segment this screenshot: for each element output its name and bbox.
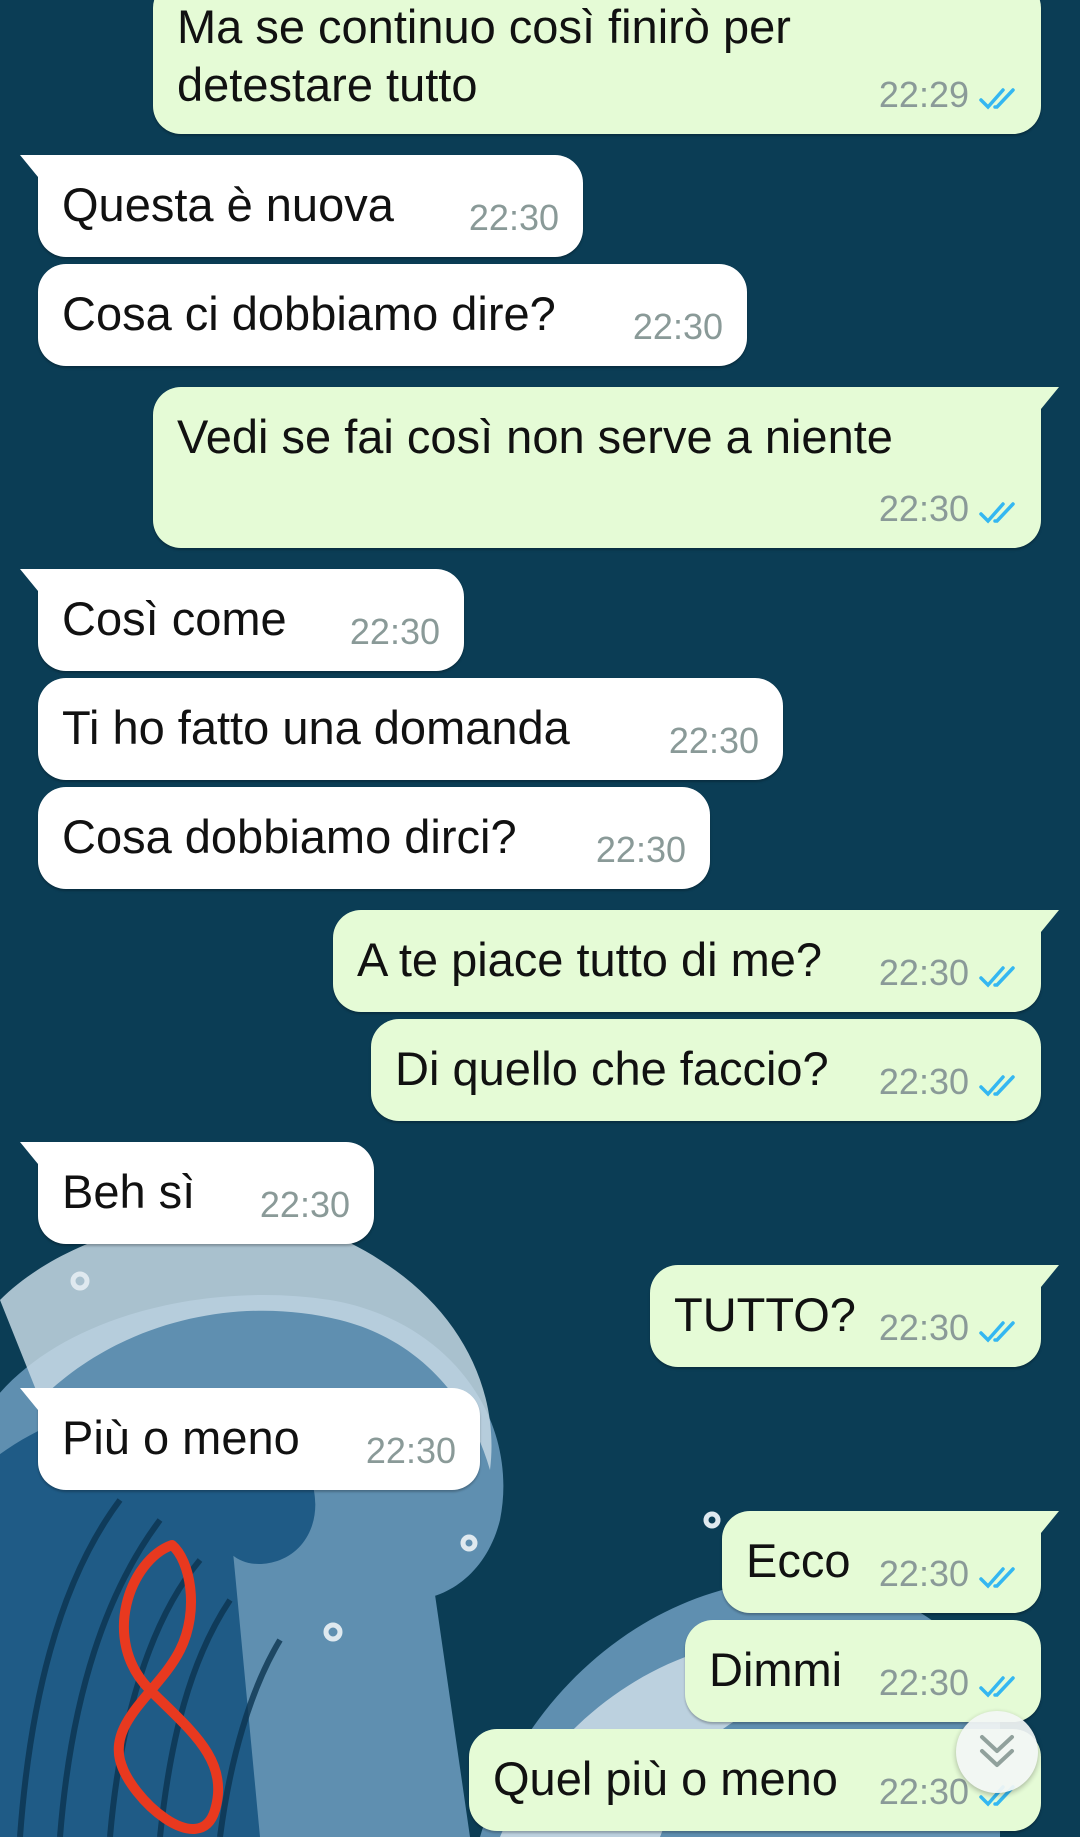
- message-text: Beh sì: [62, 1165, 196, 1218]
- message-time: 22:30: [878, 1553, 969, 1594]
- incoming-message[interactable]: Così come 22:30: [20, 569, 464, 671]
- outgoing-message[interactable]: Dimmi 22:30: [685, 1620, 1041, 1722]
- message-text: Questa è nuova: [62, 178, 394, 231]
- message-text: Più o meno: [62, 1411, 300, 1464]
- message-text: Ecco: [746, 1534, 851, 1587]
- message-time: 22:30: [878, 1307, 969, 1348]
- message-text: TUTTO?: [674, 1288, 856, 1341]
- outgoing-message[interactable]: A te piace tutto di me? 22:30: [333, 910, 1059, 1012]
- message-time: 22:30: [878, 1662, 969, 1703]
- double-check-icon: [979, 1676, 1015, 1698]
- message-time: 22:30: [365, 1430, 456, 1471]
- message-time: 22:30: [349, 611, 440, 652]
- message-text: Vedi se fai così non serve a niente: [177, 410, 893, 463]
- outgoing-message[interactable]: Ma se continuo così finirò per detestare…: [153, 0, 1041, 134]
- outgoing-message[interactable]: Ecco 22:30: [722, 1511, 1059, 1613]
- message-text: Ti ho fatto una domanda: [62, 701, 570, 754]
- message-time: 22:30: [668, 720, 759, 761]
- incoming-message[interactable]: Cosa dobbiamo dirci? 22:30: [38, 787, 710, 889]
- message-text: Così come: [62, 592, 287, 645]
- message-time: 22:29: [878, 74, 969, 115]
- message-text: Ma se continuo così finirò per detestare…: [177, 0, 791, 111]
- incoming-message[interactable]: Questa è nuova 22:30: [20, 155, 583, 257]
- message-time: 22:30: [632, 306, 723, 347]
- message-time: 22:30: [878, 1061, 969, 1102]
- message-text: Dimmi: [709, 1643, 843, 1696]
- double-check-icon: [979, 1075, 1015, 1097]
- scroll-to-bottom-button[interactable]: [956, 1711, 1038, 1793]
- incoming-message[interactable]: Beh sì 22:30: [20, 1142, 374, 1244]
- double-check-icon: [979, 1321, 1015, 1343]
- message-time: 22:30: [878, 952, 969, 993]
- outgoing-message[interactable]: TUTTO? 22:30: [650, 1265, 1059, 1367]
- double-check-icon: [979, 88, 1015, 110]
- message-time: 22:30: [259, 1184, 350, 1225]
- message-time: 22:30: [878, 488, 969, 529]
- double-chevron-down-icon: [980, 1735, 1014, 1767]
- incoming-message[interactable]: Ti ho fatto una domanda 22:30: [38, 678, 783, 780]
- double-check-icon: [979, 1567, 1015, 1589]
- message-time: 22:30: [468, 197, 559, 238]
- message-text: Di quello che faccio?: [395, 1042, 829, 1095]
- outgoing-message[interactable]: Di quello che faccio? 22:30: [371, 1019, 1041, 1121]
- incoming-message[interactable]: Cosa ci dobbiamo dire? 22:30: [38, 264, 747, 366]
- message-text: Cosa ci dobbiamo dire?: [62, 287, 556, 340]
- message-text: A te piace tutto di me?: [357, 933, 823, 986]
- double-check-icon: [979, 502, 1015, 524]
- message-text: Cosa dobbiamo dirci?: [62, 810, 517, 863]
- message-time: 22:30: [595, 829, 686, 870]
- outgoing-message[interactable]: Vedi se fai così non serve a niente 22:3…: [153, 387, 1059, 548]
- incoming-message[interactable]: Più o meno 22:30: [20, 1388, 480, 1490]
- double-check-icon: [979, 966, 1015, 988]
- message-text: Quel più o meno: [493, 1752, 838, 1805]
